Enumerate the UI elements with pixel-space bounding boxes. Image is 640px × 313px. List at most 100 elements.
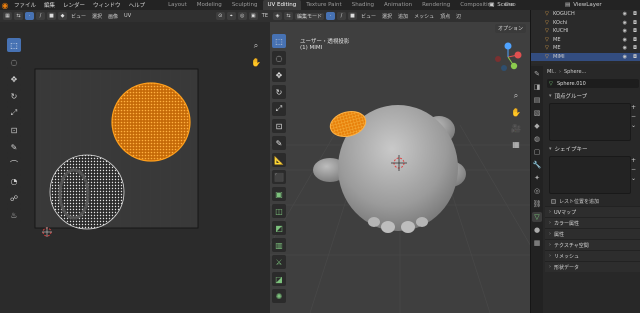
scene-selector[interactable]: ▣ Scene (489, 0, 514, 10)
render-tab-icon[interactable]: ◨ (532, 82, 542, 92)
menu-help[interactable]: ヘルプ (125, 1, 150, 9)
cursor-tool-icon[interactable]: ◌ (7, 55, 21, 69)
eye-icon[interactable]: ◉ (623, 28, 627, 34)
vp-menu-mesh[interactable]: メッシュ (412, 13, 436, 20)
tab-shading[interactable]: Shading (347, 0, 379, 10)
uv-canvas[interactable] (0, 22, 270, 313)
world-tab-icon[interactable]: ◍ (532, 134, 542, 144)
rip-tool-icon[interactable]: ⌒ (7, 157, 21, 171)
material-tab-icon[interactable]: ● (532, 225, 542, 235)
texture-tab-icon[interactable]: ▦ (532, 238, 542, 248)
remove-icon[interactable]: − (631, 166, 639, 173)
proportional-icon[interactable]: ◎ (237, 12, 247, 20)
vertex-select-icon[interactable]: · (25, 12, 34, 20)
vp-transform-icon[interactable]: ⊡ (272, 119, 286, 133)
tool-tab-icon[interactable]: ✎ (532, 69, 542, 79)
modifier-tab-icon[interactable]: 🔧 (532, 160, 542, 170)
shape-keys-panel[interactable]: ▾ シェイプキー (545, 143, 640, 154)
render-camera-icon[interactable]: ◘ (633, 45, 637, 51)
menu-file[interactable]: ファイル (10, 1, 40, 9)
tab-layout[interactable]: Layout (163, 0, 192, 10)
menu-render[interactable]: レンダー (59, 1, 89, 9)
outliner-item[interactable]: ▽ KUCHI ◉ ◘ (531, 27, 640, 36)
physics-tab-icon[interactable]: ◎ (532, 186, 542, 196)
vp-menu-select[interactable]: 選択 (380, 13, 394, 20)
shape-keys-list[interactable]: + − ⌄ (549, 156, 636, 194)
eye-icon[interactable]: ◉ (623, 37, 627, 43)
select-box-icon[interactable]: ⬚ (7, 38, 21, 52)
viewport-transform-icon[interactable]: ⇆ (284, 12, 293, 20)
render-camera-icon[interactable]: ◘ (633, 37, 637, 43)
snap-icon[interactable]: ⌖ (226, 12, 236, 20)
constraints-tab-icon[interactable]: ⛓ (532, 199, 542, 209)
vp-annotate-icon[interactable]: ✎ (272, 136, 286, 150)
viewport-canvas[interactable] (270, 10, 530, 313)
mesh-data-tab-icon[interactable]: ▽ (532, 212, 542, 222)
vp-add-cube-icon[interactable]: ⬛ (272, 170, 286, 184)
outliner-item[interactable]: ▽ KOchi ◉ ◘ (531, 19, 640, 28)
view-layer-selector[interactable]: ▤ ViewLayer (565, 0, 602, 10)
island-select-icon[interactable]: ◆ (58, 12, 67, 20)
panel-attributes[interactable]: › 属性 (545, 228, 640, 239)
remove-icon[interactable]: − (631, 113, 639, 120)
relative-checkbox-row[interactable]: レスト位置を追加 (545, 196, 640, 206)
uv-island-unselected[interactable] (49, 154, 125, 230)
menu-chevron-icon[interactable]: ⌄ (631, 122, 639, 129)
options-dropdown[interactable]: オプション (494, 24, 526, 33)
eye-icon[interactable]: ◉ (623, 54, 627, 60)
vp-loopcut-icon[interactable]: ▥ (272, 238, 286, 252)
move-tool-icon[interactable]: ✥ (7, 72, 21, 86)
add-icon[interactable]: + (631, 157, 639, 164)
vp-camera-icon[interactable]: 🎥 (510, 122, 522, 134)
face-select-icon[interactable]: ■ (47, 12, 56, 20)
vp-select-box-icon[interactable]: ⬚ (272, 34, 286, 48)
panel-color-attributes[interactable]: › カラー属性 (545, 217, 640, 228)
vp-face-select-icon[interactable]: ■ (348, 12, 358, 20)
vp-menu-vertex[interactable]: 頂点 (438, 13, 452, 20)
vp-menu-view[interactable]: ビュー (359, 13, 378, 20)
panel-uv-maps[interactable]: › UVマップ (545, 206, 640, 217)
panel-shape-data[interactable]: › 形状データ (545, 261, 640, 272)
view-layer-tab-icon[interactable]: ▧ (532, 108, 542, 118)
uv-menu-image[interactable]: 画像 (106, 13, 120, 20)
tab-sculpting[interactable]: Sculpting (227, 0, 263, 10)
image-browse-icon[interactable]: ▣ (248, 12, 258, 20)
vp-measure-icon[interactable]: 📐 (272, 153, 286, 167)
particles-tab-icon[interactable]: ✦ (532, 173, 542, 183)
vp-spin-icon[interactable]: ✺ (272, 289, 286, 303)
render-camera-icon[interactable]: ◘ (633, 54, 637, 60)
tab-texture-paint[interactable]: Texture Paint (301, 0, 347, 10)
vertex-groups-list[interactable]: + − ⌄ (549, 103, 636, 141)
vp-cursor-icon[interactable]: ◌ (272, 51, 286, 65)
vp-scale-icon[interactable]: ⤢ (272, 102, 286, 116)
vp-bevel-icon[interactable]: ◩ (272, 221, 286, 235)
object-tab-icon[interactable]: ▢ (532, 147, 542, 157)
uv-menu-uv[interactable]: UV (122, 13, 133, 19)
tab-rendering[interactable]: Rendering (417, 0, 455, 10)
menu-chevron-icon[interactable]: ⌄ (631, 175, 639, 182)
vp-menu-add[interactable]: 追加 (396, 13, 410, 20)
menu-window[interactable]: ウィンドウ (89, 1, 125, 9)
render-camera-icon[interactable]: ◘ (633, 28, 637, 34)
transform-icon[interactable]: ⇆ (14, 12, 23, 20)
uv-island-selected[interactable] (111, 82, 191, 162)
pinch-tool-icon[interactable]: ♨ (7, 208, 21, 222)
vp-inset-icon[interactable]: ◫ (272, 204, 286, 218)
menu-edit[interactable]: 編集 (40, 1, 59, 9)
render-camera-icon[interactable]: ◘ (633, 11, 637, 17)
relative-checkbox[interactable] (551, 198, 556, 204)
vp-polybuild-icon[interactable]: ◪ (272, 272, 286, 286)
zoom-icon[interactable]: ⌕ (250, 40, 262, 52)
hand-pan-icon[interactable]: ✋ (250, 56, 262, 68)
vp-move-icon[interactable]: ✥ (272, 68, 286, 82)
vp-grid-view-icon[interactable]: ▦ (510, 138, 522, 150)
vertex-groups-panel[interactable]: ▾ 頂点グループ (545, 90, 640, 101)
vp-edge-select-icon[interactable]: / (337, 12, 347, 20)
eye-icon[interactable]: ◉ (623, 20, 627, 26)
output-tab-icon[interactable]: ▤ (532, 95, 542, 105)
render-camera-icon[interactable]: ◘ (633, 20, 637, 26)
outliner-item[interactable]: ▽ ME ◉ ◘ (531, 44, 640, 53)
vp-rotate-icon[interactable]: ↻ (272, 85, 286, 99)
tab-modeling[interactable]: Modeling (192, 0, 227, 10)
uv-menu-select[interactable]: 選択 (90, 13, 104, 20)
